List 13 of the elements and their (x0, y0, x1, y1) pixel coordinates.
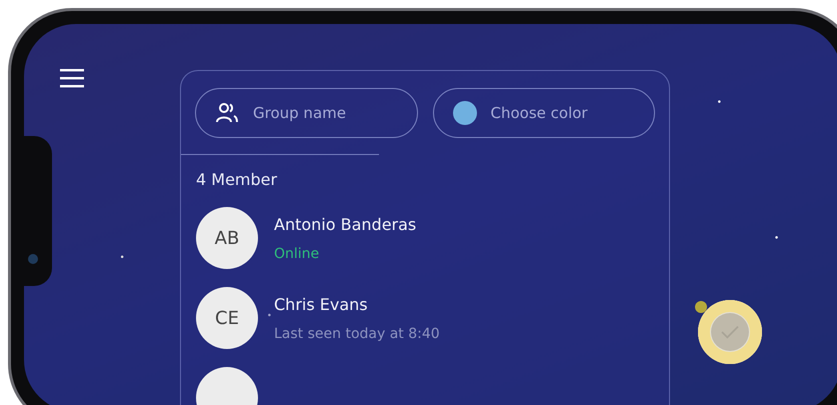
member-name: Chris Evans (274, 294, 369, 314)
group-name-field[interactable]: Group name (195, 88, 418, 138)
people-icon (215, 102, 239, 124)
menu-icon[interactable] (60, 68, 84, 88)
indicator-dot (695, 301, 707, 313)
member-status: Online (274, 246, 320, 262)
avatar: CE (196, 287, 258, 349)
member-count: 4 Member (196, 170, 278, 189)
member-name: Antonio Banderas (274, 214, 416, 234)
choose-color-field[interactable]: Choose color (432, 88, 655, 138)
camera-icon (28, 254, 38, 264)
avatar: AB (196, 207, 258, 269)
member-status: Last seen today at 8:40 (274, 326, 440, 342)
